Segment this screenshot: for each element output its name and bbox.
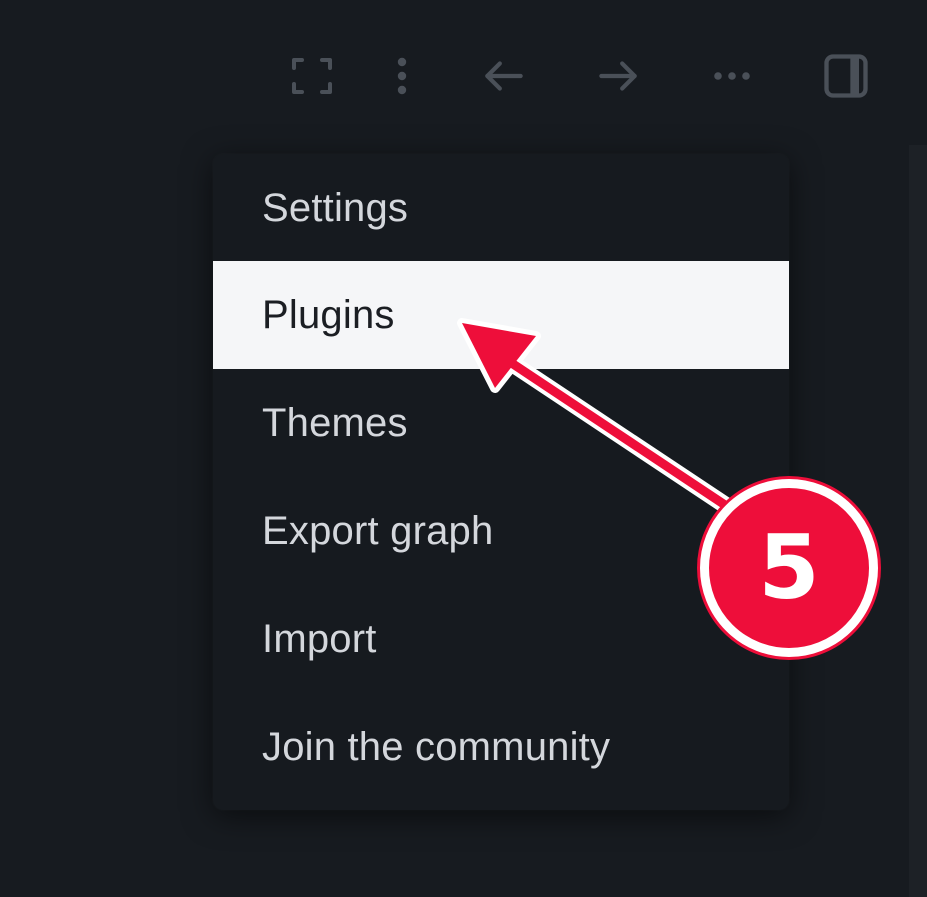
fullscreen-icon [288, 52, 336, 100]
menu-item-import[interactable]: Import [213, 585, 789, 693]
forward-button[interactable] [592, 50, 644, 102]
step-number-badge: 5 [700, 479, 878, 657]
forward-arrow-icon [593, 51, 643, 101]
more-menu-button[interactable] [706, 50, 758, 102]
back-arrow-icon [479, 51, 529, 101]
menu-item-join-community[interactable]: Join the community [213, 693, 789, 801]
toggle-right-sidebar-button[interactable] [820, 50, 872, 102]
menu-item-label: Plugins [262, 292, 395, 337]
fullscreen-button[interactable] [286, 50, 338, 102]
right-sidebar-panel [909, 145, 927, 897]
menu-item-label: Join the community [262, 724, 611, 769]
sidebar-toggle-icon [820, 50, 872, 102]
step-number: 5 [758, 516, 820, 619]
menu-item-label: Themes [262, 400, 408, 445]
menu-item-plugins[interactable]: Plugins [213, 261, 789, 369]
more-vertical-icon [378, 52, 426, 100]
menu-item-label: Import [262, 616, 377, 661]
menu-item-settings[interactable]: Settings [213, 154, 789, 262]
menu-item-label: Export graph [262, 508, 494, 553]
menu-item-themes[interactable]: Themes [213, 369, 789, 477]
header-toolbar [0, 40, 927, 110]
dropdown-menu: Settings Plugins Themes Export graph Imp… [213, 154, 789, 810]
menu-item-label: Settings [262, 185, 409, 230]
more-horizontal-icon [708, 52, 756, 100]
back-button[interactable] [478, 50, 530, 102]
more-options-button[interactable] [376, 50, 428, 102]
app-screen: Settings Plugins Themes Export graph Imp… [0, 0, 927, 897]
